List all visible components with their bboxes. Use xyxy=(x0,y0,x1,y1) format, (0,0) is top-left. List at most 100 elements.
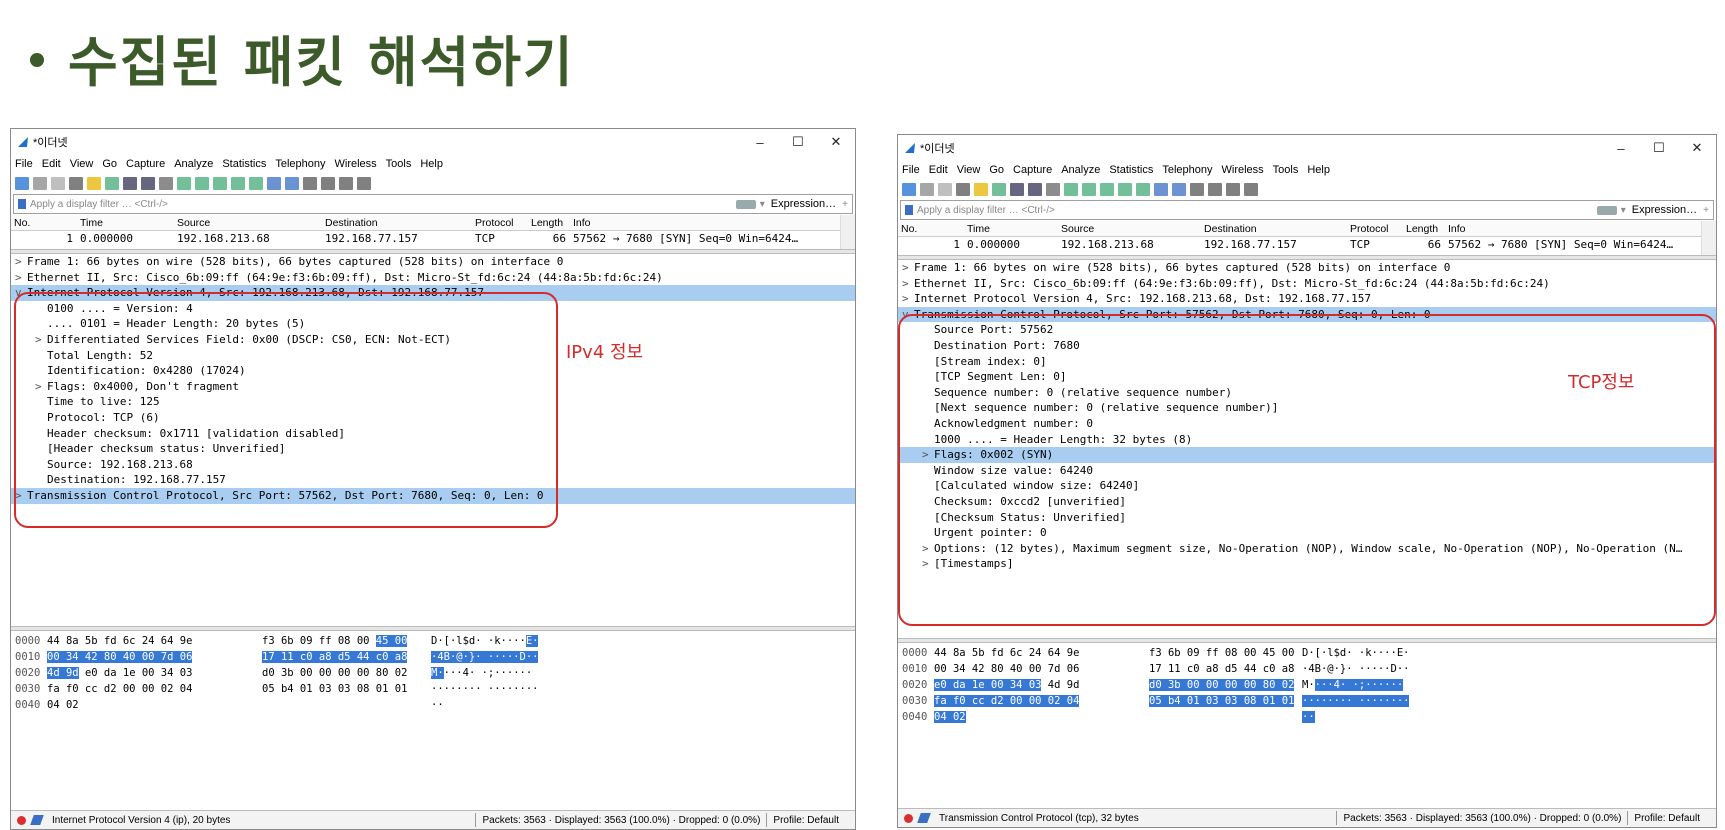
column-header-1[interactable]: Time xyxy=(964,223,1058,235)
save-file-icon[interactable] xyxy=(105,176,119,190)
menu-item-edit[interactable]: Edit xyxy=(42,158,61,170)
tree-row[interactable]: > Ethernet II, Src: Cisco_6b:09:ff (64:9e… xyxy=(898,276,1716,292)
zoom-out-icon[interactable] xyxy=(1208,182,1222,196)
column-header-0[interactable]: No. xyxy=(11,217,77,229)
zoom-in-icon[interactable] xyxy=(1190,182,1204,196)
menu-item-wireless[interactable]: Wireless xyxy=(335,158,377,170)
hex-row[interactable]: 0020 e0 da 1e 00 34 03 4d 9d d0 3b 00 00 0… xyxy=(898,677,1716,693)
tree-row[interactable]: > Frame 1: 66 bytes on wire (528 bits), 6… xyxy=(898,260,1716,276)
column-header-1[interactable]: Time xyxy=(77,217,174,229)
packet-row[interactable]: 1 0.000000 192.168.213.68 192.168.77.157 TCP… xyxy=(898,237,1716,252)
column-header-6[interactable]: Info xyxy=(570,217,855,229)
apply-filter-icon[interactable] xyxy=(1596,205,1617,215)
display-filter-bar[interactable]: Apply a display filter … <Ctrl-/> ▾ Expres… xyxy=(900,200,1714,220)
menu-item-capture[interactable]: Capture xyxy=(1013,164,1052,176)
resize-columns-icon[interactable] xyxy=(1244,182,1258,196)
colorize-icon[interactable] xyxy=(285,176,299,190)
hex-row[interactable]: 0040 04 02 ·· xyxy=(11,697,855,713)
stop-capture-icon[interactable] xyxy=(33,176,47,190)
chevron-right-icon[interactable]: > xyxy=(902,260,914,276)
reload-icon[interactable] xyxy=(1028,182,1042,196)
minimize-button[interactable]: – xyxy=(741,135,779,150)
bookmark-icon[interactable] xyxy=(905,205,913,215)
restart-capture-icon[interactable] xyxy=(938,182,952,196)
close-button[interactable]: ✕ xyxy=(1678,140,1716,156)
zoom-in-icon[interactable] xyxy=(303,176,317,190)
tree-row[interactable]: > Frame 1: 66 bytes on wire (528 bits), 6… xyxy=(11,254,855,270)
menu-item-tools[interactable]: Tools xyxy=(386,158,412,170)
column-header-2[interactable]: Source xyxy=(1058,223,1201,235)
apply-filter-icon[interactable] xyxy=(735,199,756,209)
save-file-icon[interactable] xyxy=(992,182,1006,196)
menu-item-go[interactable]: Go xyxy=(989,164,1004,176)
menu-item-view[interactable]: View xyxy=(957,164,981,176)
close-file-icon[interactable] xyxy=(123,176,137,190)
add-filter-button[interactable]: + xyxy=(842,199,848,210)
last-icon[interactable] xyxy=(249,176,263,190)
packet-list-scrollbar[interactable] xyxy=(1701,221,1716,255)
expert-info-icon[interactable] xyxy=(17,815,26,825)
capture-comment-icon[interactable] xyxy=(917,813,931,823)
column-header-5[interactable]: Length xyxy=(1403,223,1445,235)
filter-input[interactable]: Apply a display filter … <Ctrl-/> xyxy=(30,199,736,210)
status-profile[interactable]: Profile: Default xyxy=(773,815,839,826)
options-icon[interactable] xyxy=(956,182,970,196)
column-header-3[interactable]: Destination xyxy=(322,217,472,229)
open-file-icon[interactable] xyxy=(974,182,988,196)
column-header-3[interactable]: Destination xyxy=(1201,223,1347,235)
menu-item-file[interactable]: File xyxy=(15,158,33,170)
autoscroll-icon[interactable] xyxy=(267,176,281,190)
add-filter-button[interactable]: + xyxy=(1703,205,1709,216)
menu-item-tools[interactable]: Tools xyxy=(1273,164,1299,176)
minimize-button[interactable]: – xyxy=(1602,141,1640,156)
forward-icon[interactable] xyxy=(1082,182,1096,196)
menu-item-edit[interactable]: Edit xyxy=(929,164,948,176)
dropdown-icon[interactable]: ▾ xyxy=(1621,205,1626,216)
column-header-6[interactable]: Info xyxy=(1445,223,1716,235)
hex-row[interactable]: 0040 04 02 ·· xyxy=(898,709,1716,725)
reload-icon[interactable] xyxy=(141,176,155,190)
hex-row[interactable]: 0030 fa f0 cc d2 00 00 02 04 05 b4 01 03 0… xyxy=(898,693,1716,709)
menu-item-analyze[interactable]: Analyze xyxy=(174,158,213,170)
stop-capture-icon[interactable] xyxy=(920,182,934,196)
zoom-reset-icon[interactable] xyxy=(339,176,353,190)
close-file-icon[interactable] xyxy=(1010,182,1024,196)
menu-item-telephony[interactable]: Telephony xyxy=(1162,164,1212,176)
expression-button[interactable]: Expression… xyxy=(1632,204,1697,216)
goto-icon[interactable] xyxy=(1100,182,1114,196)
menu-item-wireless[interactable]: Wireless xyxy=(1222,164,1264,176)
back-icon[interactable] xyxy=(1064,182,1078,196)
find-icon[interactable] xyxy=(159,176,173,190)
column-header-2[interactable]: Source xyxy=(174,217,322,229)
start-capture-icon[interactable] xyxy=(15,176,29,190)
menu-item-capture[interactable]: Capture xyxy=(126,158,165,170)
menu-item-view[interactable]: View xyxy=(70,158,94,170)
hex-row[interactable]: 0000 44 8a 5b fd 6c 24 64 9e f3 6b 09 ff 0… xyxy=(11,633,855,649)
menu-item-go[interactable]: Go xyxy=(102,158,117,170)
menu-item-analyze[interactable]: Analyze xyxy=(1061,164,1100,176)
last-icon[interactable] xyxy=(1136,182,1150,196)
hex-row[interactable]: 0030 fa f0 cc d2 00 00 02 04 05 b4 01 03 0… xyxy=(11,681,855,697)
maximize-button[interactable]: ☐ xyxy=(779,134,817,150)
hex-row[interactable]: 0000 44 8a 5b fd 6c 24 64 9e f3 6b 09 ff 0… xyxy=(898,645,1716,661)
column-header-5[interactable]: Length xyxy=(528,217,570,229)
menu-item-help[interactable]: Help xyxy=(420,158,443,170)
menu-item-statistics[interactable]: Statistics xyxy=(222,158,266,170)
options-icon[interactable] xyxy=(69,176,83,190)
first-icon[interactable] xyxy=(231,176,245,190)
capture-comment-icon[interactable] xyxy=(30,815,44,825)
hex-row[interactable]: 0010 00 34 42 80 40 00 7d 06 17 11 c0 a8 d… xyxy=(11,649,855,665)
menu-item-help[interactable]: Help xyxy=(1307,164,1330,176)
column-header-0[interactable]: No. xyxy=(898,223,964,235)
goto-icon[interactable] xyxy=(213,176,227,190)
chevron-right-icon[interactable]: > xyxy=(902,276,914,292)
forward-icon[interactable] xyxy=(195,176,209,190)
hex-row[interactable]: 0020 4d 9d e0 da 1e 00 34 03 d0 3b 00 00 0… xyxy=(11,665,855,681)
packet-row[interactable]: 1 0.000000 192.168.213.68 192.168.77.157 TCP… xyxy=(11,231,855,246)
tree-row[interactable]: > Internet Protocol Version 4, Src: 192.1… xyxy=(898,291,1716,307)
open-file-icon[interactable] xyxy=(87,176,101,190)
menu-item-statistics[interactable]: Statistics xyxy=(1109,164,1153,176)
start-capture-icon[interactable] xyxy=(902,182,916,196)
restart-capture-icon[interactable] xyxy=(51,176,65,190)
tree-row[interactable]: > Ethernet II, Src: Cisco_6b:09:ff (64:9e… xyxy=(11,270,855,286)
